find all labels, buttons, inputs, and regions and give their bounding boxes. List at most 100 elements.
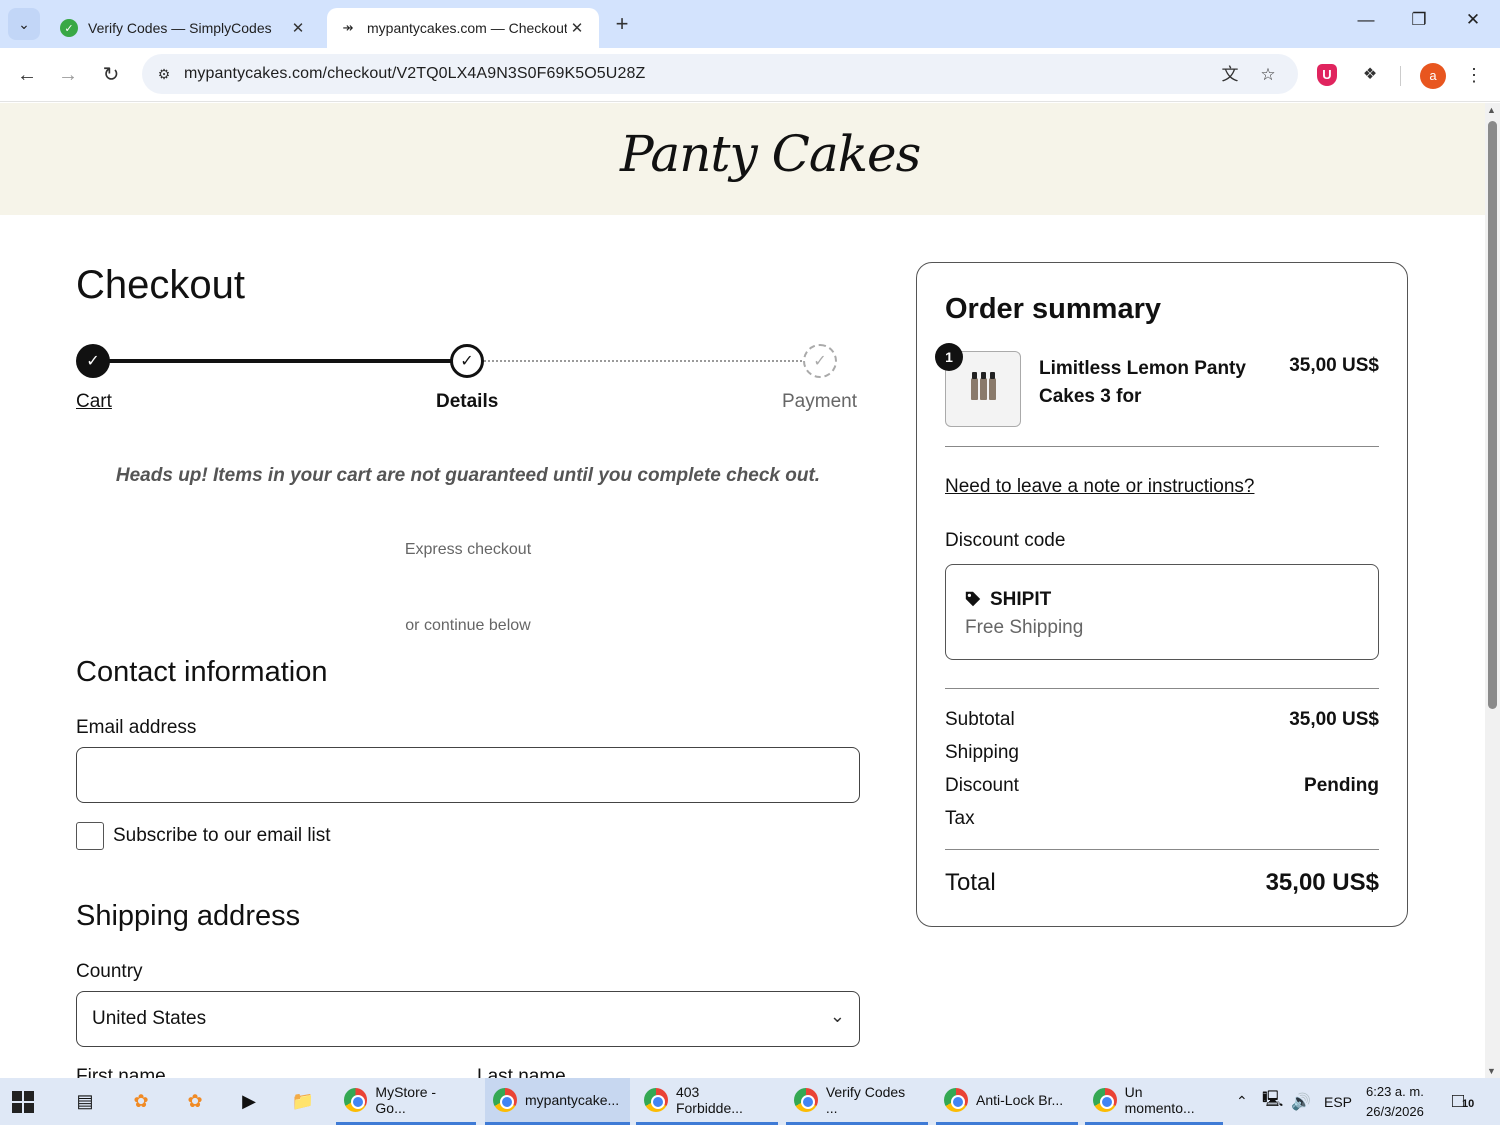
progress-line-pending <box>484 360 814 362</box>
summary-divider <box>945 446 1379 447</box>
clock-date: 26/3/2026 <box>1366 1104 1424 1119</box>
last-name-label: Last name <box>477 1066 566 1078</box>
taskbar-chrome-verify-codes[interactable]: Verify Codes ... <box>786 1078 928 1125</box>
simplycodes-favicon-icon: ✓ <box>60 19 78 37</box>
browser-tab-checkout[interactable]: ↠ mypantycakes.com — Checkout ✕ <box>327 8 599 48</box>
shipping-row: Shipping <box>945 742 1379 764</box>
country-label: Country <box>76 961 143 982</box>
fl-studio-alt-icon[interactable]: ✿ <box>180 1078 210 1125</box>
browser-tab-bar: ⌄ ✓ Verify Codes — SimplyCodes ✕ ↠ mypan… <box>0 0 1500 48</box>
task-view-icon[interactable]: ▤ <box>70 1078 100 1125</box>
taskbar-app-label: Anti-Lock Br... <box>976 1092 1064 1108</box>
scroll-down-arrow-icon[interactable]: ▼ <box>1487 1066 1496 1076</box>
chrome-icon <box>344 1088 368 1112</box>
subscribe-checkbox[interactable] <box>76 822 104 850</box>
forward-arrow-icon[interactable]: → <box>53 60 83 90</box>
total-row: Total 35,00 US$ <box>945 869 1379 897</box>
applied-discount-box[interactable]: SHIPIT Free Shipping <box>945 564 1379 660</box>
ublock-shield-icon[interactable]: U <box>1317 64 1337 86</box>
country-select[interactable]: United States ⌄ <box>76 991 860 1047</box>
tab-close-icon[interactable]: ✕ <box>288 19 308 37</box>
reload-icon[interactable]: ↻ <box>96 60 126 90</box>
email-label: Email address <box>76 717 197 738</box>
profile-avatar[interactable]: a <box>1420 63 1446 89</box>
windows-taskbar: ▤ ✿ ✿ ▶ 📁 MyStore - Go... mypantycake...… <box>0 1078 1500 1125</box>
panty-cakes-logo[interactable]: Panty Cakes <box>620 125 921 183</box>
page-viewport: Panty Cakes Checkout ✓ ✓ ✓ Cart Details … <box>0 103 1485 1078</box>
scroll-up-arrow-icon[interactable]: ▲ <box>1487 105 1496 115</box>
discount-row-label: Discount <box>945 775 1019 796</box>
extensions-puzzle-icon[interactable]: ❖ <box>1358 63 1382 87</box>
chrome-icon <box>644 1088 668 1112</box>
restore-window-icon[interactable]: ❐ <box>1404 10 1434 38</box>
back-arrow-icon[interactable]: ← <box>12 60 42 90</box>
windows-logo-icon <box>12 1090 34 1113</box>
chevron-down-icon: ⌄ <box>829 1006 845 1026</box>
shipping-label: Shipping <box>945 742 1019 763</box>
notification-center-icon[interactable]: □ 10 <box>1452 1078 1474 1125</box>
network-icon[interactable]: 🖳 <box>1262 1078 1283 1125</box>
close-window-icon[interactable]: ✕ <box>1458 10 1488 38</box>
browser-tab-verify-codes[interactable]: ✓ Verify Codes — SimplyCodes ✕ <box>48 8 320 48</box>
subscribe-label[interactable]: Subscribe to our email list <box>113 825 331 847</box>
chrome-icon <box>794 1088 818 1112</box>
taskbar-chrome-un-momento[interactable]: Un momento... <box>1085 1078 1223 1125</box>
minimize-window-icon[interactable]: — <box>1351 10 1381 38</box>
taskbar-chrome-anti-lock[interactable]: Anti-Lock Br... <box>936 1078 1078 1125</box>
summary-divider <box>945 849 1379 850</box>
total-label: Total <box>945 869 996 896</box>
fl-studio-icon[interactable]: ✿ <box>126 1078 156 1125</box>
first-name-label: First name <box>76 1066 166 1078</box>
discount-row-value: Pending <box>1304 775 1379 796</box>
tab-title: mypantycakes.com — Checkout <box>367 20 567 36</box>
windows-start-icon[interactable] <box>12 1078 34 1125</box>
discount-description: Free Shipping <box>965 617 1084 638</box>
email-field[interactable] <box>76 747 860 803</box>
discount-code-label: Discount code <box>945 530 1066 551</box>
step-cart-check-icon[interactable]: ✓ <box>76 344 110 378</box>
site-header-banner: Panty Cakes <box>0 103 1485 215</box>
new-tab-button[interactable]: + <box>609 12 635 38</box>
translate-icon[interactable]: 文 <box>1218 63 1242 87</box>
taskbar-chrome-mystore[interactable]: MyStore - Go... <box>336 1078 476 1125</box>
progress-line-complete <box>94 359 468 363</box>
scrollbar-thumb[interactable] <box>1488 121 1497 709</box>
input-language[interactable]: ESP <box>1324 1078 1352 1125</box>
taskbar-app-label: Un momento... <box>1124 1084 1195 1116</box>
step-payment-check-icon: ✓ <box>803 344 837 378</box>
system-clock[interactable]: 6:23 a. m. 26/3/2026 <box>1366 1082 1424 1122</box>
product-price: 35,00 US$ <box>1289 355 1379 376</box>
contact-information-heading: Contact information <box>76 656 328 688</box>
browser-menu-kebab-icon[interactable]: ⋮ <box>1462 63 1486 87</box>
media-player-icon[interactable]: ▶ <box>234 1078 264 1125</box>
clock-time: 6:23 a. m. <box>1366 1084 1424 1099</box>
taskbar-app-label: mypantycake... <box>525 1092 620 1108</box>
toolbar-divider <box>1400 66 1401 86</box>
total-value: 35,00 US$ <box>1265 869 1379 896</box>
taskbar-chrome-403[interactable]: 403 Forbidde... <box>636 1078 778 1125</box>
tax-label: Tax <box>945 808 975 829</box>
tab-close-icon[interactable]: ✕ <box>567 19 587 37</box>
taskbar-app-label: MyStore - Go... <box>375 1084 437 1116</box>
site-settings-icon[interactable]: ⚙ <box>152 62 176 86</box>
chrome-icon <box>1093 1088 1117 1112</box>
url-text[interactable]: mypantycakes.com/checkout/V2TQ0LX4A9N3S0… <box>184 65 645 83</box>
show-hidden-icons-chevron-icon[interactable]: ⌃ <box>1236 1078 1248 1125</box>
summary-divider <box>945 688 1379 689</box>
tab-title: Verify Codes — SimplyCodes <box>88 20 272 36</box>
shipping-address-heading: Shipping address <box>76 900 301 932</box>
volume-icon[interactable]: 🔊 <box>1291 1078 1311 1125</box>
bookmark-star-icon[interactable]: ☆ <box>1256 63 1280 87</box>
product-bottles-image <box>970 372 996 400</box>
express-checkout-label: Express checkout <box>404 541 532 558</box>
address-bar[interactable]: ⚙ mypantycakes.com/checkout/V2TQ0LX4A9N3… <box>142 54 1298 94</box>
discount-code-value: SHIPIT <box>990 589 1052 610</box>
file-explorer-icon[interactable]: 📁 <box>288 1078 318 1125</box>
tab-search-chevron-icon[interactable]: ⌄ <box>8 8 40 40</box>
order-note-link[interactable]: Need to leave a note or instructions? <box>945 476 1254 498</box>
taskbar-chrome-mypantycakes[interactable]: mypantycake... <box>485 1078 630 1125</box>
step-cart-link[interactable]: Cart <box>76 391 112 413</box>
page-scrollbar[interactable]: ▲ ▼ <box>1485 103 1500 1078</box>
taskbar-app-label: Verify Codes ... <box>825 1084 906 1116</box>
product-name: Limitless Lemon Panty Cakes 3 for <box>1039 358 1246 407</box>
